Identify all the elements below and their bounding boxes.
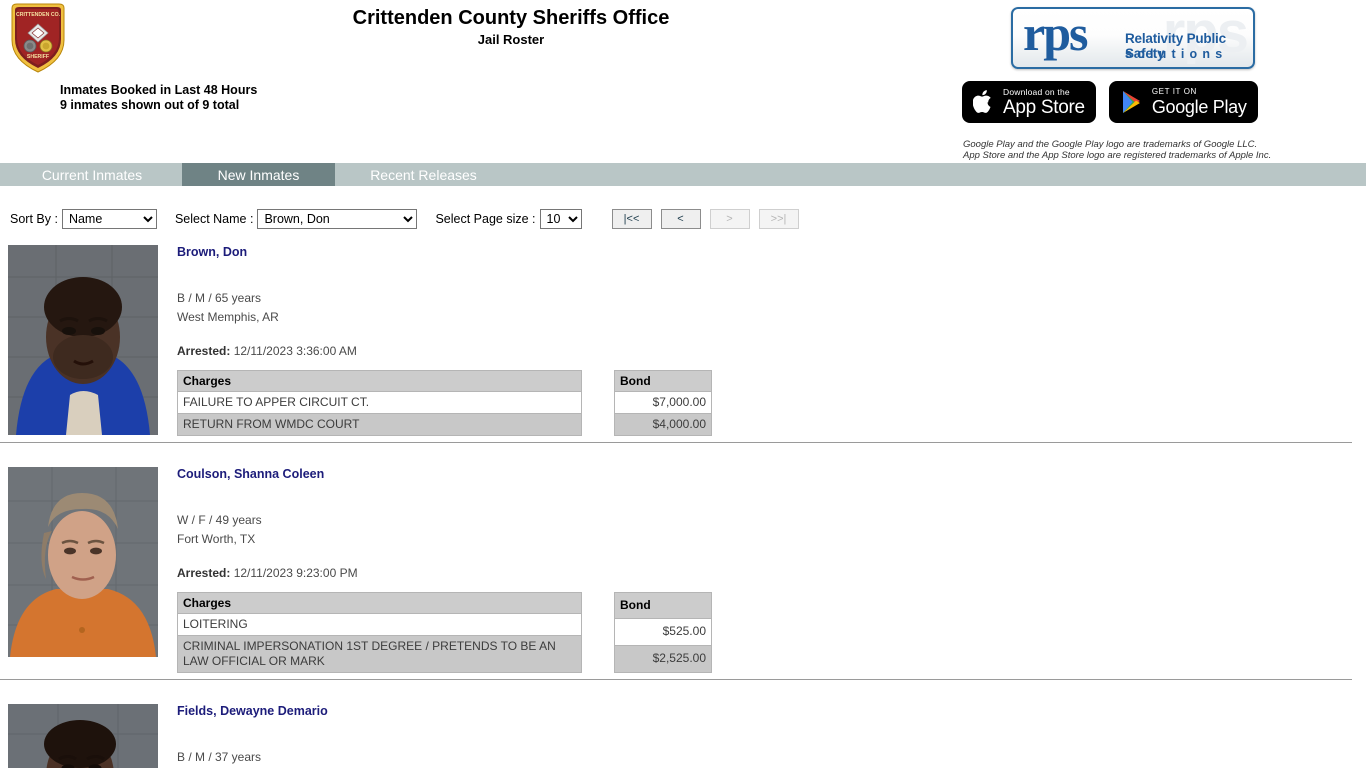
charges-header: Charges bbox=[177, 370, 582, 392]
pager-first-button[interactable]: |<< bbox=[611, 209, 652, 229]
roster-summary: Inmates Booked in Last 48 Hours 9 inmate… bbox=[60, 83, 257, 113]
pager-prev-button[interactable]: < bbox=[660, 209, 701, 229]
trademark-line-1: Google Play and the Google Play logo are… bbox=[963, 139, 1258, 150]
charge-cell: FAILURE TO APPER CIRCUIT CT. bbox=[177, 391, 582, 414]
inmate-name-link[interactable]: Fields, Dewayne Demario bbox=[177, 704, 1366, 718]
bond-cell: $7,000.00 bbox=[614, 391, 712, 414]
inmate-info: Coulson, Shanna Coleen W / F / 49 years … bbox=[177, 459, 1366, 674]
tab-new-inmates[interactable]: New Inmates bbox=[182, 163, 335, 186]
google-play-big-label: Google Play bbox=[1151, 96, 1247, 117]
app-store-big-label: App Store bbox=[1003, 96, 1085, 118]
select-name-select[interactable]: Brown, Don bbox=[257, 209, 418, 229]
page-title: Crittenden County Sheriffs Office bbox=[352, 7, 670, 29]
mugshot-photo[interactable] bbox=[8, 704, 158, 768]
record-divider bbox=[0, 679, 1352, 680]
page-subtitle: Jail Roster bbox=[477, 32, 545, 47]
inmate-record: Coulson, Shanna Coleen W / F / 49 years … bbox=[0, 459, 1366, 696]
inmate-record: Brown, Don B / M / 65 years West Memphis… bbox=[0, 237, 1366, 459]
page-size-label: Select Page size : bbox=[435, 212, 536, 226]
inmate-info: Fields, Dewayne Demario B / M / 37 years… bbox=[177, 696, 1366, 768]
table-row: $7,000.00 bbox=[614, 391, 712, 414]
page-size-select[interactable]: 10 bbox=[539, 209, 582, 229]
inmate-name-link[interactable]: Coulson, Shanna Coleen bbox=[177, 467, 1366, 481]
bond-cell: $525.00 bbox=[614, 618, 712, 646]
bond-cell: $4,000.00 bbox=[614, 413, 712, 436]
bond-header: Bond bbox=[614, 592, 712, 619]
record-divider bbox=[0, 442, 1352, 443]
charge-cell: RETURN FROM WMDC COURT bbox=[177, 413, 582, 436]
store-badges: Download on the App Store GET IT ON Goog… bbox=[962, 81, 1258, 123]
select-name-label: Select Name : bbox=[174, 212, 254, 226]
sort-by-select[interactable]: Name bbox=[61, 209, 157, 229]
table-row: CRIMINAL IMPERSONATION 1ST DEGREE / PRET… bbox=[177, 635, 582, 673]
arrested-value: 12/11/2023 3:36:00 AM bbox=[233, 344, 357, 358]
page-header: CRITTENDEN CO. SHERIFF Crittenden County… bbox=[0, 0, 1366, 161]
roster-tabs: Current Inmates New Inmates Recent Relea… bbox=[0, 163, 1366, 186]
bond-table: Bond $7,000.00 $4,000.00 bbox=[614, 370, 712, 436]
arrested-label: Arrested: bbox=[177, 566, 231, 580]
table-row: $4,000.00 bbox=[614, 413, 712, 436]
vendor-tagline-secondary: solutions bbox=[1125, 47, 1228, 61]
charges-and-bond: Charges FAILURE TO APPER CIRCUIT CT. RET… bbox=[177, 370, 1366, 436]
inmate-demographics: B / M / 65 years bbox=[177, 291, 262, 305]
pager-next-button: > bbox=[709, 209, 750, 229]
sort-by-label: Sort By : bbox=[10, 212, 58, 226]
trademark-notice: Google Play and the Google Play logo are… bbox=[963, 139, 1271, 161]
charge-cell: LOITERING bbox=[177, 613, 582, 636]
vendor-logo[interactable]: rps rps Relativity Public Safety solutio… bbox=[1011, 7, 1255, 69]
inmate-list: Brown, Don B / M / 65 years West Memphis… bbox=[0, 237, 1366, 768]
bond-header: Bond bbox=[614, 370, 712, 392]
tab-current-inmates[interactable]: Current Inmates bbox=[2, 163, 182, 186]
inmate-demographics: W / F / 49 years bbox=[177, 513, 262, 527]
inmate-info: Brown, Don B / M / 65 years West Memphis… bbox=[177, 237, 1366, 436]
roster-summary-line1: Inmates Booked in Last 48 Hours bbox=[60, 83, 258, 97]
bond-table: Bond $525.00 $2,525.00 bbox=[614, 592, 712, 674]
inmate-city: West Memphis, AR bbox=[177, 310, 279, 324]
table-row: $525.00 bbox=[614, 618, 712, 646]
app-store-button[interactable]: Download on the App Store bbox=[962, 81, 1096, 123]
table-row: $2,525.00 bbox=[614, 645, 712, 674]
charges-and-bond: Charges LOITERING CRIMINAL IMPERSONATION… bbox=[177, 592, 1366, 674]
google-play-button[interactable]: GET IT ON Google Play bbox=[1108, 81, 1258, 123]
mugshot-photo[interactable] bbox=[8, 245, 158, 435]
app-store-small-label: Download on the bbox=[1003, 86, 1070, 97]
table-row: LOITERING bbox=[177, 613, 582, 636]
google-play-icon bbox=[1120, 89, 1144, 115]
svg-text:SHERIFF: SHERIFF bbox=[27, 54, 49, 60]
inmate-record: Fields, Dewayne Demario B / M / 37 years… bbox=[0, 696, 1366, 768]
bond-cell: $2,525.00 bbox=[614, 645, 712, 674]
tab-recent-releases[interactable]: Recent Releases bbox=[335, 163, 512, 186]
inmate-arrested: Arrested: 12/11/2023 9:23:00 PM bbox=[177, 566, 1366, 580]
pager-last-button: >>| bbox=[758, 209, 799, 229]
pagination: |<< < > >>| bbox=[611, 209, 799, 229]
table-row: RETURN FROM WMDC COURT bbox=[177, 413, 582, 436]
inmate-demographics: B / M / 37 years bbox=[177, 750, 262, 764]
trademark-line-2: App Store and the App Store logo are reg… bbox=[963, 150, 1272, 161]
charge-cell: CRIMINAL IMPERSONATION 1ST DEGREE / PRET… bbox=[177, 635, 582, 673]
table-row: FAILURE TO APPER CIRCUIT CT. bbox=[177, 391, 582, 414]
mugshot-photo[interactable] bbox=[8, 467, 158, 657]
arrested-label: Arrested: bbox=[177, 344, 231, 358]
inmate-name-link[interactable]: Brown, Don bbox=[177, 245, 1366, 259]
inmate-arrested: Arrested: 12/11/2023 3:36:00 AM bbox=[177, 344, 1366, 358]
arrested-value: 12/11/2023 9:23:00 PM bbox=[233, 566, 358, 580]
google-play-small-label: GET IT ON bbox=[1151, 86, 1197, 96]
charges-header: Charges bbox=[177, 592, 582, 614]
charges-table: Charges FAILURE TO APPER CIRCUIT CT. RET… bbox=[177, 370, 582, 436]
apple-icon bbox=[973, 89, 995, 115]
roster-summary-line2: 9 inmates shown out of 9 total bbox=[60, 98, 240, 112]
jail-roster-page: CRITTENDEN CO. SHERIFF Crittenden County… bbox=[0, 0, 1366, 768]
roster-controls: Sort By : Name Select Name : Brown, Don … bbox=[0, 207, 1366, 231]
vendor-logo-mark: rps bbox=[1023, 7, 1088, 61]
title-block: Crittenden County Sheriffs Office Jail R… bbox=[0, 6, 1022, 48]
charges-table: Charges LOITERING CRIMINAL IMPERSONATION… bbox=[177, 592, 582, 673]
inmate-city: Fort Worth, TX bbox=[177, 532, 256, 546]
